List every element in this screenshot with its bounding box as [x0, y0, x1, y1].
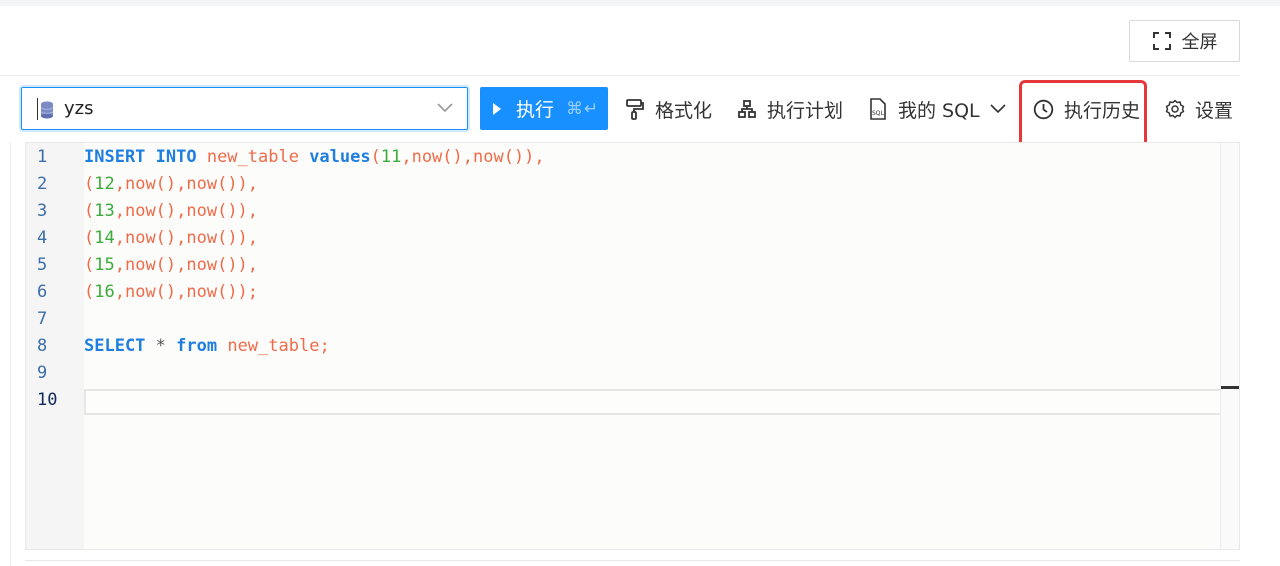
execution-plan-button[interactable]: 执行计划: [737, 97, 844, 122]
line-number: 7: [37, 309, 48, 329]
editor-bottom-border: [25, 560, 1240, 561]
code-line[interactable]: INSERT INTO new_table values(11,now(),no…: [84, 144, 545, 171]
run-label: 执行: [516, 99, 555, 121]
gear-icon: [1165, 99, 1185, 119]
clock-icon: [1033, 99, 1054, 119]
editor-scrollbar[interactable]: [1220, 143, 1239, 549]
code-token: 11: [380, 147, 402, 167]
code-token: INSERT INTO: [84, 147, 207, 167]
code-token: new_table: [206, 147, 310, 167]
line-number: 8: [37, 336, 48, 356]
code-token: 13: [94, 201, 115, 221]
sql-file-icon: SQL: [870, 98, 886, 120]
code-token: (: [370, 147, 381, 167]
run-button[interactable]: 执行 ⌘↵: [480, 87, 608, 130]
my-sql-label: 我的 SQL: [898, 99, 980, 122]
code-token: ,now(),now()),: [114, 201, 259, 221]
code-token: values: [309, 147, 371, 167]
sql-editor[interactable]: 1 2 3 4 5 6 7 8 9 10 INSERT INTO new_table values…: [25, 142, 1240, 550]
line-number: 9: [37, 363, 48, 383]
line-number: 1: [37, 147, 48, 167]
code-token: (: [84, 228, 95, 248]
line-number: 3: [37, 201, 48, 221]
database-select[interactable]: yzs: [21, 87, 468, 130]
code-token: ,now(),now());: [114, 282, 259, 302]
line-number: 6: [37, 282, 48, 302]
database-icon: [40, 101, 54, 119]
code-token: ,now(),now()),: [114, 228, 259, 248]
line-number-gutter: 1 2 3 4 5 6 7 8 9 10: [26, 143, 84, 549]
line-number: 10: [37, 390, 58, 410]
code-token: ,now(),now()),: [114, 255, 259, 275]
code-token: (: [84, 282, 95, 302]
text-cursor: [37, 98, 38, 120]
code-token: SELECT: [84, 336, 156, 356]
database-select-value: yzs: [64, 98, 94, 119]
code-line[interactable]: (16,now(),now());: [84, 279, 258, 306]
code-token: 12: [94, 174, 115, 194]
line-number: 2: [37, 174, 48, 194]
code-token: *: [155, 336, 177, 356]
chevron-down-icon: [990, 104, 1006, 114]
panel-left-edge: [10, 142, 11, 566]
cursor-position-marker: [1221, 386, 1239, 389]
format-label: 格式化: [655, 99, 713, 122]
code-line[interactable]: (12,now(),now()),: [84, 171, 258, 198]
hierarchy-icon: [738, 100, 756, 118]
chevron-down-icon: [437, 103, 453, 113]
fullscreen-label: 全屏: [1181, 32, 1218, 53]
code-token: (: [84, 174, 95, 194]
code-line[interactable]: (14,now(),now()),: [84, 225, 258, 252]
execution-history-label: 执行历史: [1064, 99, 1141, 122]
code-token: ,now(),now()),: [114, 174, 259, 194]
my-sql-dropdown[interactable]: SQL 我的 SQL: [868, 97, 1016, 122]
settings-button[interactable]: 设置: [1165, 97, 1234, 122]
line-number: 4: [37, 228, 48, 248]
toolbar: yzs 执行 ⌘↵ 格式化 执行计划 SQL 我的 SQL 执行历史 设置: [0, 76, 1280, 142]
code-token: ,now(),now()),: [401, 147, 545, 167]
fullscreen-icon: [1152, 32, 1171, 50]
settings-label: 设置: [1195, 99, 1234, 122]
line-number: 5: [37, 255, 48, 275]
code-token: (: [84, 255, 95, 275]
fullscreen-button[interactable]: 全屏: [1129, 20, 1240, 62]
active-line-highlight[interactable]: [84, 389, 1239, 415]
format-button[interactable]: 格式化: [625, 97, 713, 122]
code-line[interactable]: (13,now(),now()),: [84, 198, 258, 225]
code-token: 14: [94, 228, 115, 248]
svg-text:SQL: SQL: [872, 110, 885, 117]
code-token: from: [176, 336, 228, 356]
code-token: new_table;: [227, 336, 330, 356]
format-brush-icon: [626, 99, 644, 120]
play-icon: [493, 102, 501, 115]
code-token: 16: [94, 282, 115, 302]
code-line[interactable]: (15,now(),now()),: [84, 252, 258, 279]
execution-history-button[interactable]: 执行历史: [1033, 97, 1141, 122]
execution-plan-label: 执行计划: [767, 99, 844, 122]
code-token: 15: [94, 255, 115, 275]
code-token: (: [84, 201, 95, 221]
run-shortcut: ⌘↵: [566, 98, 600, 119]
code-line[interactable]: SELECT * from new_table;: [84, 333, 330, 360]
